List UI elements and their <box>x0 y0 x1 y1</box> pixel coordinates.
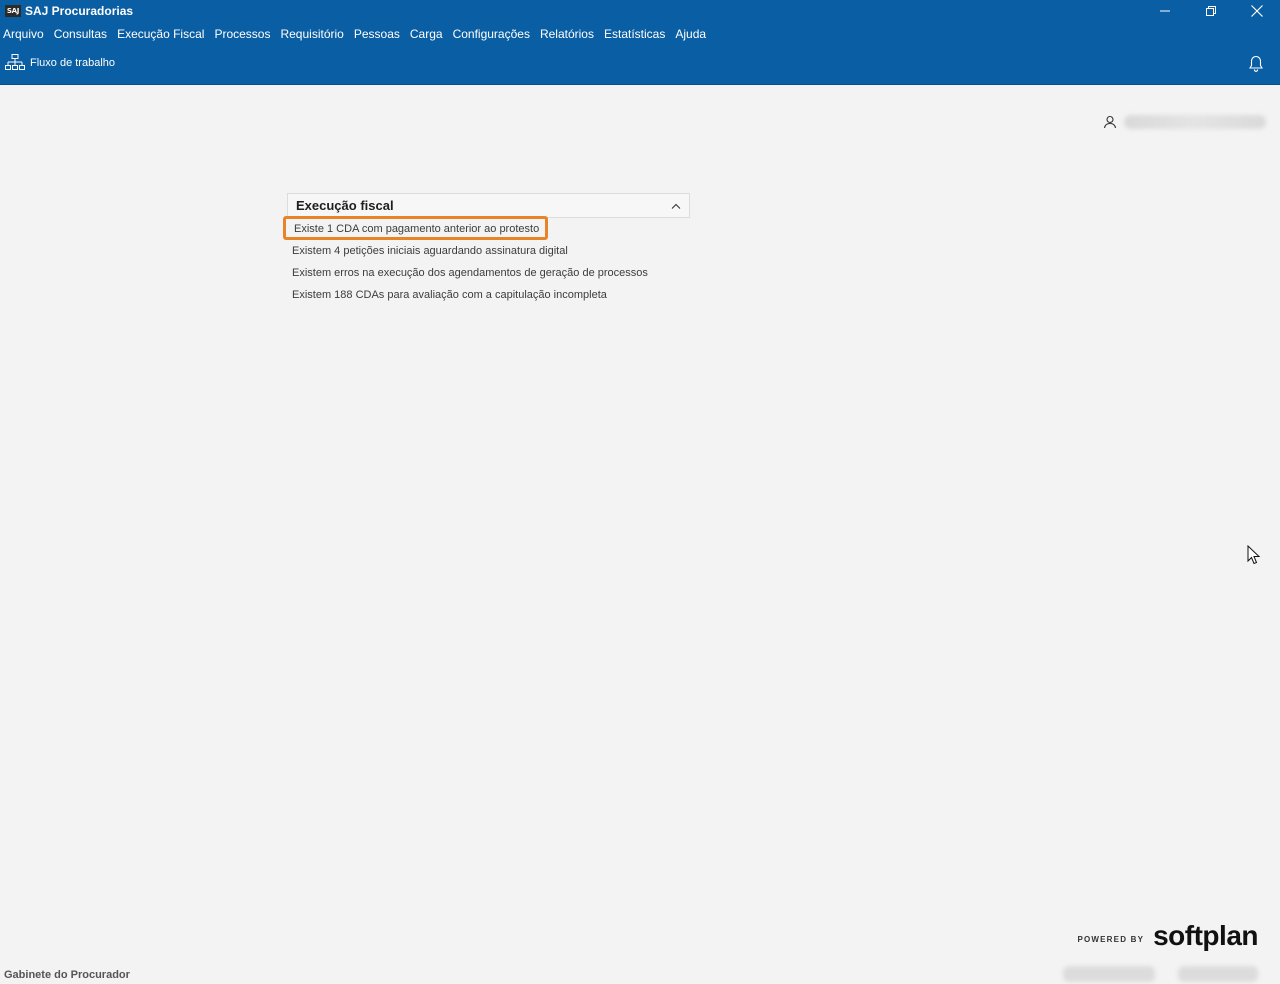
status-text: Gabinete do Procurador <box>4 969 130 981</box>
app-window: SAJ SAJ Procuradorias Arquivo Consultas … <box>0 0 1280 984</box>
powered-by-logo: POWERED BY softplan <box>1077 922 1258 950</box>
menu-configuracoes[interactable]: Configurações <box>453 27 530 41</box>
notice-cdas-avaliacao[interactable]: Existem 188 CDAs para avaliação com a ca… <box>287 284 690 306</box>
user-area[interactable] <box>1103 115 1266 129</box>
user-name-redacted <box>1124 115 1266 129</box>
menu-ajuda[interactable]: Ajuda <box>675 27 706 41</box>
restore-button[interactable] <box>1188 0 1234 22</box>
mouse-cursor-icon <box>1247 545 1261 565</box>
minimize-button[interactable] <box>1142 0 1188 22</box>
powered-by-text: POWERED BY <box>1077 935 1145 944</box>
panel-header[interactable]: Execução fiscal <box>287 193 690 218</box>
menu-bar: Arquivo Consultas Execução Fiscal Proces… <box>0 22 1280 46</box>
window-title: SAJ Procuradorias <box>25 4 134 18</box>
minimize-icon <box>1160 10 1170 12</box>
list-item: Existe 1 CDA com pagamento anterior ao p… <box>283 216 690 240</box>
sitemap-icon <box>5 54 25 70</box>
title-bar: SAJ SAJ Procuradorias <box>0 0 1280 22</box>
user-icon <box>1103 115 1117 129</box>
menu-relatorios[interactable]: Relatórios <box>540 27 594 41</box>
menu-requisitorio[interactable]: Requisitório <box>280 27 343 41</box>
bell-icon <box>1249 55 1263 72</box>
notice-erros-agendamentos[interactable]: Existem erros na execução dos agendament… <box>287 262 690 284</box>
menu-processos[interactable]: Processos <box>214 27 270 41</box>
execucao-fiscal-panel: Execução fiscal Existe 1 CDA com pagamen… <box>283 193 690 306</box>
status-redacted-1 <box>1063 966 1155 982</box>
restore-icon <box>1206 6 1216 16</box>
close-icon <box>1251 5 1263 17</box>
toolbar: Fluxo de trabalho <box>0 46 1280 85</box>
notice-peticoes-iniciais[interactable]: Existem 4 petições iniciais aguardando a… <box>287 240 690 262</box>
status-redacted-2 <box>1178 966 1258 982</box>
workflow-button[interactable]: Fluxo de trabalho <box>5 54 115 71</box>
app-logo: SAJ <box>5 5 21 17</box>
workflow-label: Fluxo de trabalho <box>30 56 115 69</box>
softplan-logo: softplan <box>1153 920 1258 951</box>
menu-pessoas[interactable]: Pessoas <box>354 27 400 41</box>
notice-cda-pagamento[interactable]: Existe 1 CDA com pagamento anterior ao p… <box>283 216 549 240</box>
menu-execucao-fiscal[interactable]: Execução Fiscal <box>117 27 204 41</box>
menu-carga[interactable]: Carga <box>410 27 443 41</box>
menu-consultas[interactable]: Consultas <box>54 27 107 41</box>
window-controls <box>1142 0 1280 22</box>
menu-arquivo[interactable]: Arquivo <box>3 27 44 41</box>
menu-estatisticas[interactable]: Estatísticas <box>604 27 665 41</box>
notice-list: Existe 1 CDA com pagamento anterior ao p… <box>283 216 690 306</box>
close-button[interactable] <box>1234 0 1280 22</box>
panel-title: Execução fiscal <box>296 198 394 213</box>
chevron-up-icon[interactable] <box>671 203 681 209</box>
notifications-button[interactable] <box>1248 55 1264 73</box>
